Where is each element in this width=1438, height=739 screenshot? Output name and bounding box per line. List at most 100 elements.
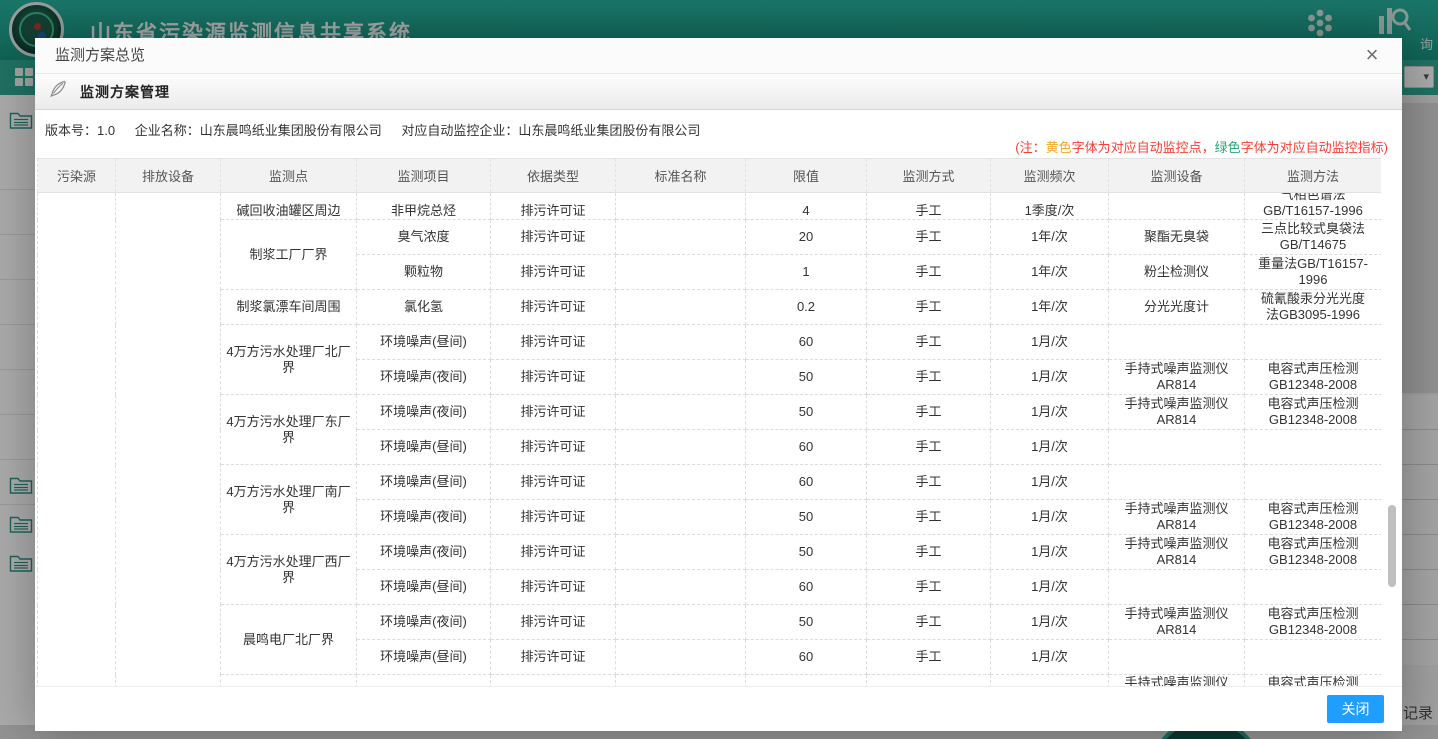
basis-type-cell: 排污许可证: [491, 395, 616, 430]
limit-value-cell: 4: [746, 193, 867, 220]
section-title: 监测方案管理: [80, 82, 170, 102]
monitor-frequency-cell: 1月/次: [991, 395, 1109, 430]
monitor-method-cell: 电容式声压检测GB12348-2008: [1245, 500, 1382, 535]
monitor-device-cell: [1109, 570, 1245, 605]
standard-name-cell: [616, 220, 746, 255]
monitor-method-cell: 硫氰酸汞分光光度法GB3095-1996: [1245, 290, 1382, 325]
monitor-device-cell: 手持式噪声监测仪AR814: [1109, 500, 1245, 535]
monitor-item-cell: 环境噪声(昼间): [357, 570, 491, 605]
monitor-mode-cell: 手工: [867, 570, 991, 605]
monitor-device-cell: [1109, 193, 1245, 220]
color-legend-note: (注：黄色字体为对应自动监控点，绿色字体为对应自动监控指标): [1015, 137, 1388, 156]
standard-name-cell: [616, 605, 746, 640]
limit-value-cell: [746, 675, 867, 687]
standard-name-cell: [616, 290, 746, 325]
monitor-device-cell: 粉尘检测仪: [1109, 255, 1245, 290]
note-text: 字体为对应自动监控点，: [1072, 140, 1215, 155]
monitor-item-cell: 氯化氢: [357, 290, 491, 325]
monitoring-plan-table: 污染源排放设备监测点监测项目依据类型标准名称限值监测方式监测频次监测设备监测方法…: [37, 158, 1381, 686]
standard-name-cell: [616, 535, 746, 570]
monitor-mode-cell: 手工: [867, 290, 991, 325]
table-row: 手持式噪声监测仪电容式声压检测: [38, 675, 1382, 687]
monitor-frequency-cell: 1月/次: [991, 535, 1109, 570]
monitor-frequency-cell: 1月/次: [991, 500, 1109, 535]
close-icon[interactable]: ×: [1360, 43, 1384, 67]
table-row: 制浆工厂厂界臭气浓度排污许可证20手工1年/次聚酯无臭袋三点比较式臭袋法GB/T…: [38, 220, 1382, 255]
monitor-mode-cell: 手工: [867, 500, 991, 535]
monitor-mode-cell: 手工: [867, 360, 991, 395]
limit-value-cell: 60: [746, 570, 867, 605]
table-row: 4万方污水处理厂北厂界环境噪声(昼间)排污许可证60手工1月/次: [38, 325, 1382, 360]
monitor-item-cell: 环境噪声(夜间): [357, 395, 491, 430]
column-header: 监测点: [221, 159, 357, 193]
monitor-mode-cell: 手工: [867, 605, 991, 640]
limit-value-cell: 0.2: [746, 290, 867, 325]
monitor-mode-cell: 手工: [867, 640, 991, 675]
note-green-word: 绿色: [1215, 140, 1241, 155]
basis-type-cell: 排污许可证: [491, 325, 616, 360]
standard-name-cell: [616, 640, 746, 675]
monitor-device-cell: 分光光度计: [1109, 290, 1245, 325]
monitor-frequency-cell: 1月/次: [991, 325, 1109, 360]
monitor-method-cell: [1245, 325, 1382, 360]
basis-type-cell: 排污许可证: [491, 255, 616, 290]
standard-name-cell: [616, 500, 746, 535]
monitor-mode-cell: 手工: [867, 193, 991, 220]
monitor-mode-cell: 手工: [867, 325, 991, 360]
monitor-frequency-cell: 1年/次: [991, 255, 1109, 290]
limit-value-cell: 50: [746, 605, 867, 640]
vertical-scrollbar[interactable]: [1388, 505, 1396, 587]
monitor-mode-cell: 手工: [867, 535, 991, 570]
limit-value-cell: 1: [746, 255, 867, 290]
basis-type-cell: 排污许可证: [491, 465, 616, 500]
standard-name-cell: [616, 675, 746, 687]
column-header: 监测方式: [867, 159, 991, 193]
monitor-method-cell: [1245, 640, 1382, 675]
pen-icon: [49, 80, 67, 103]
basis-type-cell: 排污许可证: [491, 640, 616, 675]
monitor-frequency-cell: 1季度/次: [991, 193, 1109, 220]
monitor-frequency-cell: 1年/次: [991, 220, 1109, 255]
limit-value-cell: 60: [746, 465, 867, 500]
version-label: 版本号：: [45, 123, 97, 138]
basis-type-cell: 排污许可证: [491, 290, 616, 325]
modal-titlebar: 监测方案总览 ×: [35, 38, 1402, 73]
modal-title: 监测方案总览: [55, 38, 145, 73]
monitor-frequency-cell: [991, 675, 1109, 687]
monitor-item-cell: 颗粒物: [357, 255, 491, 290]
table-row: 制浆氯漂车间周围氯化氢排污许可证0.2手工1年/次分光光度计硫氰酸汞分光光度法G…: [38, 290, 1382, 325]
monitor-method-cell: 电容式声压检测GB12348-2008: [1245, 535, 1382, 570]
monitor-frequency-cell: 1月/次: [991, 570, 1109, 605]
table-row: 4万方污水处理厂南厂界环境噪声(昼间)排污许可证60手工1月/次: [38, 465, 1382, 500]
monitor-method-cell: 电容式声压检测GB12348-2008: [1245, 360, 1382, 395]
basis-type-cell: 排污许可证: [491, 570, 616, 605]
company-value: 山东晨鸣纸业集团股份有限公司: [200, 123, 382, 138]
plan-info-row: 版本号：1.0 企业名称：山东晨鸣纸业集团股份有限公司 对应自动监控企业：山东晨…: [45, 120, 716, 139]
monitor-method-cell: 气相色谱法GB/T16157-1996: [1245, 193, 1382, 220]
monitor-item-cell: 环境噪声(昼间): [357, 465, 491, 500]
monitor-device-cell: 手持式噪声监测仪AR814: [1109, 360, 1245, 395]
standard-name-cell: [616, 193, 746, 220]
monitor-device-cell: 手持式噪声监测仪AR814: [1109, 535, 1245, 570]
monitor-item-cell: [357, 675, 491, 687]
monitor-method-cell: [1245, 570, 1382, 605]
section-header: 监测方案管理: [35, 73, 1402, 110]
monitor-device-cell: [1109, 325, 1245, 360]
monitor-point-cell: 制浆工厂厂界: [221, 220, 357, 290]
basis-type-cell: 排污许可证: [491, 193, 616, 220]
limit-value-cell: 60: [746, 325, 867, 360]
monitor-item-cell: 环境噪声(夜间): [357, 605, 491, 640]
standard-name-cell: [616, 325, 746, 360]
monitor-device-cell: 手持式噪声监测仪AR814: [1109, 605, 1245, 640]
monitor-point-cell: 晨鸣电厂北厂界: [221, 605, 357, 675]
monitor-frequency-cell: 1月/次: [991, 465, 1109, 500]
note-text: 字体为对应自动监控指标): [1241, 140, 1388, 155]
monitor-method-cell: 三点比较式臭袋法GB/T14675: [1245, 220, 1382, 255]
basis-type-cell: 排污许可证: [491, 430, 616, 465]
monitor-item-cell: 环境噪声(夜间): [357, 535, 491, 570]
monitor-frequency-cell: 1月/次: [991, 430, 1109, 465]
monitor-method-cell: [1245, 430, 1382, 465]
close-button[interactable]: 关闭: [1327, 695, 1384, 723]
column-header: 监测项目: [357, 159, 491, 193]
monitoring-plan-modal: 监测方案总览 × 监测方案管理 版本号：1.0 企业名称：山东晨鸣纸业集团股份有…: [35, 38, 1402, 731]
